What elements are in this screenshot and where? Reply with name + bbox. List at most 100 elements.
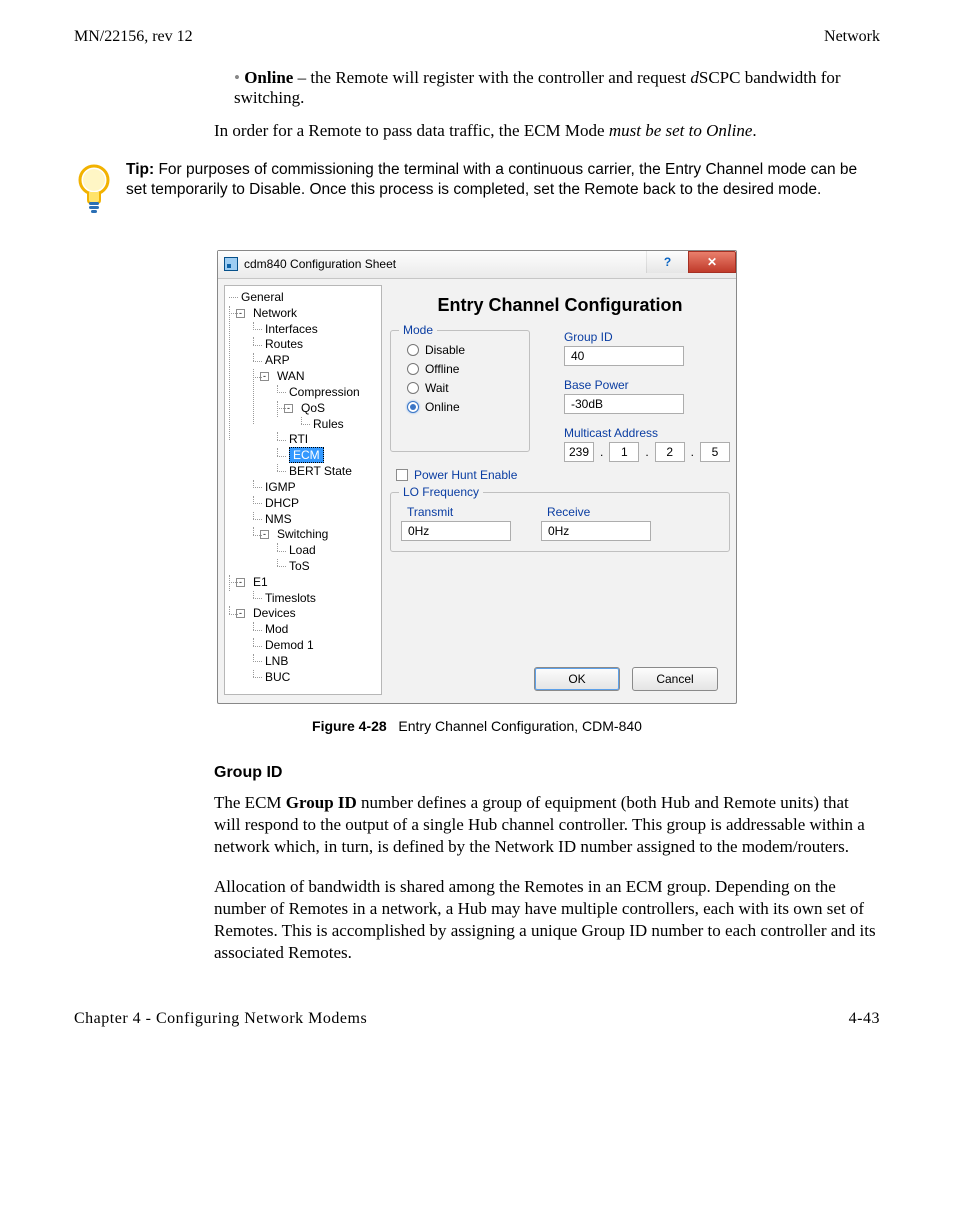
tree-interfaces[interactable]: Interfaces — [253, 322, 379, 338]
tree-mod[interactable]: Mod — [253, 622, 379, 638]
tree-general[interactable]: General — [229, 290, 379, 306]
footer-right: 4-43 — [849, 1010, 880, 1028]
config-dialog: cdm840 Configuration Sheet ? ✕ General -… — [217, 250, 737, 704]
multicast-label: Multicast Address — [564, 426, 730, 440]
multicast-seg[interactable]: 1 — [609, 442, 639, 462]
mode-legend: Mode — [399, 323, 437, 337]
rx-label: Receive — [547, 505, 651, 519]
tree-routes[interactable]: Routes — [253, 337, 379, 353]
window-icon — [224, 257, 238, 271]
tree-arp[interactable]: ARP — [253, 353, 379, 369]
section-heading-group-id: Group ID — [214, 764, 876, 782]
tree-label: Devices — [253, 606, 296, 620]
mode-groupbox: Mode Disable Offline Wait Online — [390, 330, 530, 452]
collapse-icon[interactable]: - — [260, 372, 269, 381]
multicast-seg[interactable]: 5 — [700, 442, 730, 462]
tree-label: DHCP — [265, 496, 299, 510]
tx-input[interactable]: 0Hz — [401, 521, 511, 541]
tree-label: QoS — [301, 401, 325, 415]
power-hunt-label: Power Hunt Enable — [414, 468, 517, 482]
base-power-input[interactable]: -30dB — [564, 394, 684, 414]
multicast-seg[interactable]: 2 — [655, 442, 685, 462]
tree-switching[interactable]: -Switching Load ToS — [253, 527, 379, 574]
mode-offline[interactable]: Offline — [407, 362, 519, 376]
tree-rules[interactable]: Rules — [301, 417, 379, 433]
multicast-input[interactable]: 239. 1. 2. 5 — [564, 442, 730, 462]
tree-lnb[interactable]: LNB — [253, 654, 379, 670]
tree-e1[interactable]: -E1 Timeslots — [229, 575, 379, 607]
radio-label: Wait — [425, 381, 449, 395]
tree-tos[interactable]: ToS — [277, 559, 379, 575]
multicast-seg[interactable]: 239 — [564, 442, 594, 462]
paragraph-group-id-def: The ECM Group ID number defines a group … — [214, 792, 876, 858]
nav-tree[interactable]: General -Network Interfaces Routes ARP -… — [224, 285, 382, 695]
group-id-input[interactable]: 40 — [564, 346, 684, 366]
collapse-icon[interactable]: - — [284, 404, 293, 413]
tip-label: Tip: — [126, 161, 154, 178]
radio-label: Disable — [425, 343, 465, 357]
tree-label: LNB — [265, 654, 288, 668]
p1a: In order for a Remote to pass data traff… — [214, 121, 609, 140]
collapse-icon[interactable]: - — [236, 578, 245, 587]
tree-network[interactable]: -Network Interfaces Routes ARP -WAN Comp… — [229, 306, 379, 575]
tree-bert[interactable]: BERT State — [277, 464, 379, 480]
cancel-button[interactable]: Cancel — [632, 667, 718, 691]
mode-wait[interactable]: Wait — [407, 381, 519, 395]
tree-wan[interactable]: -WAN Compression -QoS Rules RTI ECM BERT… — [253, 369, 379, 480]
collapse-icon[interactable]: - — [236, 309, 245, 318]
figure-number: Figure 4-28 — [312, 718, 387, 734]
help-button[interactable]: ? — [646, 251, 688, 273]
rx-input[interactable]: 0Hz — [541, 521, 651, 541]
tree-label: Network — [253, 306, 297, 320]
tree-nms[interactable]: NMS — [253, 512, 379, 528]
panel-title: Entry Channel Configuration — [390, 295, 730, 316]
close-button[interactable]: ✕ — [688, 251, 736, 273]
mode-disable[interactable]: Disable — [407, 343, 519, 357]
tree-rti[interactable]: RTI — [277, 432, 379, 448]
tree-label: Demod 1 — [265, 638, 314, 652]
tree-devices[interactable]: -Devices Mod Demod 1 LNB BUC — [229, 606, 379, 685]
header-left: MN/22156, rev 12 — [74, 28, 193, 46]
lo-freq-groupbox: LO Frequency Transmit 0Hz Receive 0Hz — [390, 492, 730, 552]
tx-label: Transmit — [407, 505, 511, 519]
mode-online[interactable]: Online — [407, 400, 519, 414]
tree-compression[interactable]: Compression — [277, 385, 379, 401]
tree-label: Switching — [277, 527, 328, 541]
checkbox-icon — [396, 469, 408, 481]
base-power-label: Base Power — [564, 378, 730, 392]
tree-igmp[interactable]: IGMP — [253, 480, 379, 496]
bullet-list: Online – the Remote will register with t… — [214, 68, 876, 108]
p2b: Group ID — [286, 793, 357, 812]
figure-text: Entry Channel Configuration, CDM-840 — [398, 718, 642, 734]
ok-button[interactable]: OK — [534, 667, 620, 691]
tree-label: RTI — [289, 432, 308, 446]
tree-label: BUC — [265, 670, 290, 684]
tree-timeslots[interactable]: Timeslots — [253, 591, 379, 607]
group-id-field: Group ID 40 — [564, 330, 730, 366]
content-pane: Entry Channel Configuration Mode Disable… — [390, 285, 730, 695]
header-right: Network — [824, 28, 880, 46]
titlebar: cdm840 Configuration Sheet ? ✕ — [218, 251, 736, 279]
tree-ecm[interactable]: ECM — [277, 448, 379, 464]
page-footer: Chapter 4 - Configuring Network Modems 4… — [74, 1010, 880, 1028]
tree-qos[interactable]: -QoS Rules — [277, 401, 379, 433]
tree-demod1[interactable]: Demod 1 — [253, 638, 379, 654]
tree-label: ToS — [289, 559, 310, 573]
collapse-icon[interactable]: - — [236, 609, 245, 618]
radio-icon — [407, 382, 419, 394]
tree-label: Rules — [313, 417, 344, 431]
tree-buc[interactable]: BUC — [253, 670, 379, 686]
collapse-icon[interactable]: - — [260, 530, 269, 539]
tree-dhcp[interactable]: DHCP — [253, 496, 379, 512]
tree-label: IGMP — [265, 480, 296, 494]
tree-label: NMS — [265, 512, 292, 526]
rx-field: Receive 0Hz — [541, 505, 651, 541]
tree-load[interactable]: Load — [277, 543, 379, 559]
figure-caption: Figure 4-28 Entry Channel Configuration,… — [74, 718, 880, 734]
tree-label: Compression — [289, 385, 360, 399]
bullet-text: – the Remote will register with the cont… — [293, 68, 690, 87]
tip-block: Tip: For purposes of commissioning the t… — [74, 160, 880, 224]
tree-label: ARP — [265, 353, 290, 367]
power-hunt-checkbox[interactable]: Power Hunt Enable — [396, 468, 730, 482]
radio-icon — [407, 401, 419, 413]
